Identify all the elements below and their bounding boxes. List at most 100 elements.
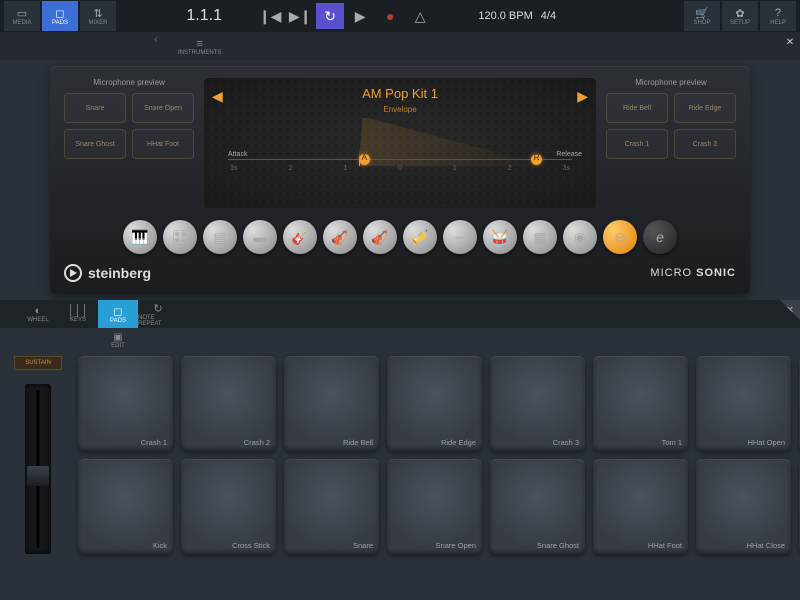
sustain-button[interactable]: SUSTAIN xyxy=(14,356,62,370)
wheel-icon: ◐ xyxy=(35,305,42,317)
preview-right: Microphone preview Ride Bell Ride Edge C… xyxy=(606,78,736,208)
noterepeat-tab[interactable]: ↻NOTE REPEAT xyxy=(138,300,178,328)
pads-icon: ◻ xyxy=(53,6,67,20)
top-toolbar: ▭MEDIA ◻PADS ⇅MIXER 1.1.1 ❙◀ ▶❙ ↻ ▶ ● △ … xyxy=(0,0,800,32)
preset-name[interactable]: AM Pop Kit 1 xyxy=(228,86,572,101)
play-logo-icon xyxy=(64,264,82,282)
mallet-icon[interactable]: ▦ xyxy=(523,220,557,254)
song-position[interactable]: 1.1.1 xyxy=(164,7,244,25)
product-name: MICRO SONIC xyxy=(650,267,736,279)
keys-tab[interactable]: │││KEYS xyxy=(58,300,98,328)
setup-button[interactable]: ✿SETUP xyxy=(722,1,758,31)
drum-pad[interactable]: Snare Ghost xyxy=(490,459,585,554)
pads-button[interactable]: ◻PADS xyxy=(42,1,78,31)
timesig-display[interactable]: 4/4 xyxy=(541,10,556,22)
piano-icon[interactable]: 🎹 xyxy=(123,220,157,254)
pads-tab[interactable]: ◻PADS xyxy=(98,300,138,328)
preview-pad[interactable]: Snare xyxy=(64,93,126,123)
edit-button[interactable]: ▣EDIT xyxy=(98,328,138,352)
repeat-icon: ↻ xyxy=(153,302,162,315)
steinberg-logo: steinberg xyxy=(64,264,151,282)
trumpet-icon[interactable]: 🎺 xyxy=(403,220,437,254)
bpm-display[interactable]: 120.0 BPM xyxy=(478,10,532,22)
record-button[interactable]: ● xyxy=(376,3,404,29)
drum-pad[interactable]: HHat Foot xyxy=(593,459,688,554)
attack-handle[interactable]: A xyxy=(359,154,370,165)
preview-pad[interactable]: Snare Ghost xyxy=(64,129,126,159)
pad-area: SUSTAIN Crash 1 Crash 2 Ride Bell Ride E… xyxy=(0,352,800,554)
preview-pad[interactable]: Crash 2 xyxy=(674,129,736,159)
strings-icon[interactable]: 🎻 xyxy=(323,220,357,254)
help-button[interactable]: ?HELP xyxy=(760,1,796,31)
velocity-slider[interactable] xyxy=(25,384,51,554)
violin-icon[interactable]: 🎻 xyxy=(363,220,397,254)
drum-pad[interactable]: Crash 1 xyxy=(78,356,173,451)
forward-button[interactable]: ▶❙ xyxy=(286,3,314,29)
preview-left: Microphone preview Snare Snare Open Snar… xyxy=(64,78,194,208)
mixer-button[interactable]: ⇅MIXER xyxy=(80,1,116,31)
percussion-icon[interactable]: ◉ xyxy=(563,220,597,254)
release-handle[interactable]: R xyxy=(531,154,542,165)
attack-label: Attack xyxy=(228,151,247,158)
chevron-left-icon[interactable]: ‹ xyxy=(154,34,158,46)
media-button[interactable]: ▭MEDIA xyxy=(4,1,40,31)
preview-title-left: Microphone preview xyxy=(64,78,194,87)
preview-title-right: Microphone preview xyxy=(606,78,736,87)
snare-icon[interactable]: ⊖ xyxy=(603,220,637,254)
harmonica-icon[interactable]: ▬ xyxy=(243,220,277,254)
wheel-tab[interactable]: ◐WHEEL xyxy=(18,300,58,328)
close-lower-icon[interactable]: ✕ xyxy=(780,300,800,320)
drum-pad[interactable]: Snare xyxy=(284,459,379,554)
drum-pad[interactable]: Ride Edge xyxy=(387,356,482,451)
drum-pad[interactable]: Cross Stick xyxy=(181,459,276,554)
envelope-ticks: 3s210123s xyxy=(228,165,572,172)
play-button[interactable]: ▶ xyxy=(346,3,374,29)
pads-tab-icon: ◻ xyxy=(113,305,122,318)
list-icon: ≡ xyxy=(196,38,202,50)
loop-button[interactable]: ↻ xyxy=(316,3,344,29)
drum-pad[interactable]: Kick xyxy=(78,459,173,554)
drumkit-icon[interactable]: 🥁 xyxy=(483,220,517,254)
shop-icon: 🛒 xyxy=(695,6,709,20)
preview-pad[interactable]: Ride Edge xyxy=(674,93,736,123)
preview-pad[interactable]: HHat Foot xyxy=(132,129,194,159)
envelope-label: Envelope xyxy=(228,105,572,114)
instruments-tab[interactable]: ≡INSTRUMENTS xyxy=(170,34,229,58)
preview-pad[interactable]: Crash 1 xyxy=(606,129,668,159)
preview-pad[interactable]: Snare Open xyxy=(132,93,194,123)
close-panel-icon[interactable]: ✕ xyxy=(780,32,800,52)
epiano-icon[interactable]: 🎛 xyxy=(163,220,197,254)
metronome-button[interactable]: △ xyxy=(406,3,434,29)
drum-pad[interactable]: HHat Close xyxy=(696,459,791,554)
lower-toolbar: ◐WHEEL │││KEYS ◻PADS ↻NOTE REPEAT ✕ xyxy=(0,300,800,328)
edit-bar: ▣EDIT xyxy=(0,328,800,352)
drum-pad[interactable]: HHat Open xyxy=(696,356,791,451)
drum-pad-grid: Crash 1 Crash 2 Ride Bell Ride Edge Cras… xyxy=(78,356,792,554)
instrument-category-row: 🎹 🎛 ▤ ▬ 🎸 🎻 🎻 🎺 ─ 🥁 ▦ ◉ ⊖ e xyxy=(64,220,736,254)
rewind-button[interactable]: ❙◀ xyxy=(256,3,284,29)
slider-thumb[interactable] xyxy=(27,466,49,486)
shop-button[interactable]: 🛒SHOP xyxy=(684,1,720,31)
gear-icon: ✿ xyxy=(733,6,747,20)
media-icon: ▭ xyxy=(15,6,29,20)
edit-preset-icon[interactable]: e xyxy=(643,220,677,254)
aguitar-icon[interactable]: 🎸 xyxy=(283,220,317,254)
preset-prev-icon[interactable]: ◀ xyxy=(212,88,223,105)
mixer-icon: ⇅ xyxy=(91,6,105,20)
preview-pad[interactable]: Ride Bell xyxy=(606,93,668,123)
help-icon: ? xyxy=(771,6,785,20)
instrument-panel: Microphone preview Snare Snare Open Snar… xyxy=(50,66,750,294)
drum-pad[interactable]: Crash 2 xyxy=(181,356,276,451)
envelope-graph: Attack Release A R 3s210123s xyxy=(228,118,572,178)
preset-next-icon[interactable]: ▶ xyxy=(577,88,588,105)
drum-pad[interactable]: Crash 3 xyxy=(490,356,585,451)
drum-pad[interactable]: Tom 1 xyxy=(593,356,688,451)
preset-display: ◀ ▶ AM Pop Kit 1 Envelope Attack Release… xyxy=(204,78,596,208)
release-label: Release xyxy=(556,151,582,158)
drum-pad[interactable]: Snare Open xyxy=(387,459,482,554)
envelope-axis xyxy=(228,159,572,160)
edit-icon: ▣ xyxy=(113,332,122,343)
flute-icon[interactable]: ─ xyxy=(443,220,477,254)
drum-pad[interactable]: Ride Bell xyxy=(284,356,379,451)
organ-icon[interactable]: ▤ xyxy=(203,220,237,254)
